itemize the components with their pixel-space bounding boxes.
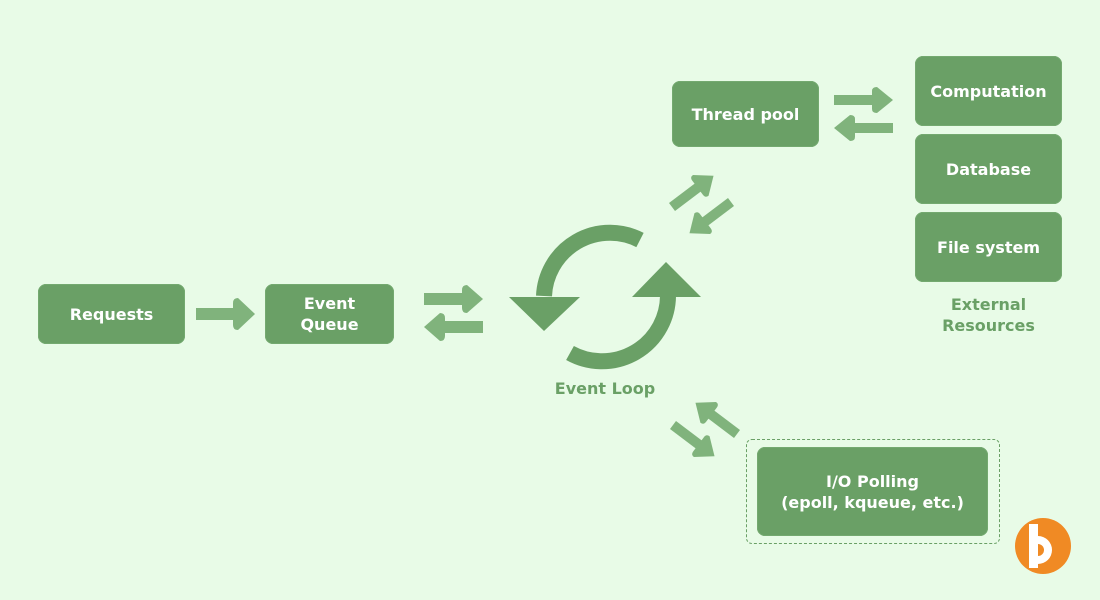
arrow-external-to-threadpool — [834, 115, 893, 141]
event-loop-label: Event Loop — [554, 379, 656, 398]
file-system-node: File system — [915, 212, 1062, 282]
computation-label: Computation — [930, 81, 1047, 101]
event-queue-node: Event Queue — [265, 284, 394, 344]
arrow-requests-to-queue — [196, 298, 255, 330]
brand-logo-icon — [1015, 518, 1071, 574]
arrow-loop-to-queue — [424, 313, 483, 341]
external-resources-label-line2: Resources — [942, 316, 1035, 335]
io-polling-node: I/O Polling (epoll, kqueue, etc.) — [757, 447, 988, 536]
computation-node: Computation — [915, 56, 1062, 126]
arrow-threadpool-to-external — [834, 87, 893, 113]
database-label: Database — [945, 159, 1032, 179]
cycle-arrows-icon — [509, 224, 701, 370]
database-node: Database — [915, 134, 1062, 204]
file-system-label: File system — [937, 237, 1040, 257]
thread-pool-node: Thread pool — [672, 81, 819, 147]
event-queue-label-line1: Event — [303, 294, 356, 313]
event-queue-label-line2: Queue — [300, 315, 359, 334]
requests-node: Requests — [38, 284, 185, 344]
thread-pool-label: Thread pool — [691, 104, 800, 124]
io-polling-label-line1: I/O Polling — [826, 471, 919, 491]
io-polling-label-line2: (epoll, kqueue, etc.) — [781, 492, 964, 512]
requests-label: Requests — [69, 304, 154, 324]
external-resources-label-line1: External — [950, 295, 1027, 314]
arrow-queue-to-loop — [424, 285, 483, 313]
external-resources-label: External Resources — [915, 294, 1062, 336]
